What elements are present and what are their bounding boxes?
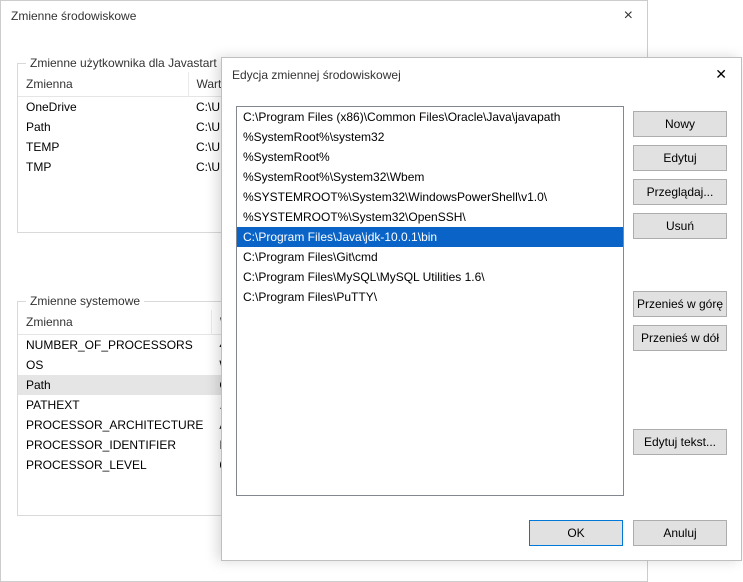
list-item[interactable]: %SystemRoot%\system32: [237, 127, 623, 147]
edit-text-button[interactable]: Edytuj tekst...: [633, 429, 727, 455]
close-icon[interactable]: ✕: [711, 66, 731, 83]
edit-button[interactable]: Edytuj: [633, 145, 727, 171]
cell-name: OneDrive: [18, 97, 188, 118]
edit-path-title: Edycja zmiennej środowiskowej: [232, 68, 401, 82]
cancel-button[interactable]: Anuluj: [633, 520, 727, 546]
cell-name: TMP: [18, 157, 188, 177]
list-item[interactable]: C:\Program Files\MySQL\MySQL Utilities 1…: [237, 267, 623, 287]
delete-button[interactable]: Usuń: [633, 213, 727, 239]
user-col-name[interactable]: Zmienna: [18, 72, 188, 97]
env-vars-title: Zmienne środowiskowe: [11, 9, 136, 23]
cell-name: PROCESSOR_ARCHITECTURE: [18, 415, 211, 435]
list-item[interactable]: %SYSTEMROOT%\System32\OpenSSH\: [237, 207, 623, 227]
list-item[interactable]: %SystemRoot%\System32\Wbem: [237, 167, 623, 187]
cell-name: OS: [18, 355, 211, 375]
cell-name: PATHEXT: [18, 395, 211, 415]
list-item[interactable]: %SystemRoot%: [237, 147, 623, 167]
list-item[interactable]: C:\Program Files\PuTTY\: [237, 287, 623, 307]
cell-name: Path: [18, 117, 188, 137]
sys-col-name[interactable]: Zmienna: [18, 310, 211, 335]
dialog-action-buttons: OK Anuluj: [529, 520, 727, 546]
move-up-button[interactable]: Przenieś w górę: [633, 291, 727, 317]
spacer: [633, 359, 727, 421]
cell-name: Path: [18, 375, 211, 395]
move-down-button[interactable]: Przenieś w dół: [633, 325, 727, 351]
ok-button[interactable]: OK: [529, 520, 623, 546]
spacer: [633, 247, 727, 283]
sys-vars-group-label: Zmienne systemowe: [26, 294, 144, 308]
edit-path-dialog: Edycja zmiennej środowiskowej ✕ C:\Progr…: [221, 57, 742, 561]
user-vars-group-label: Zmienne użytkownika dla Javastart: [26, 56, 221, 70]
cell-name: TEMP: [18, 137, 188, 157]
cell-name: NUMBER_OF_PROCESSORS: [18, 335, 211, 356]
dialog-button-column: Nowy Edytuj Przeglądaj... Usuń Przenieś …: [633, 111, 727, 455]
close-icon[interactable]: ×: [620, 7, 637, 25]
new-button[interactable]: Nowy: [633, 111, 727, 137]
list-item[interactable]: C:\Program Files\Java\jdk-10.0.1\bin: [237, 227, 623, 247]
path-list[interactable]: C:\Program Files (x86)\Common Files\Orac…: [236, 106, 624, 496]
list-item[interactable]: %SYSTEMROOT%\System32\WindowsPowerShell\…: [237, 187, 623, 207]
cell-name: PROCESSOR_IDENTIFIER: [18, 435, 211, 455]
list-item[interactable]: C:\Program Files\Git\cmd: [237, 247, 623, 267]
edit-path-titlebar: Edycja zmiennej środowiskowej ✕: [222, 58, 741, 91]
browse-button[interactable]: Przeglądaj...: [633, 179, 727, 205]
cell-name: PROCESSOR_LEVEL: [18, 455, 211, 475]
list-item[interactable]: C:\Program Files (x86)\Common Files\Orac…: [237, 107, 623, 127]
env-vars-titlebar: Zmienne środowiskowe ×: [1, 1, 647, 31]
